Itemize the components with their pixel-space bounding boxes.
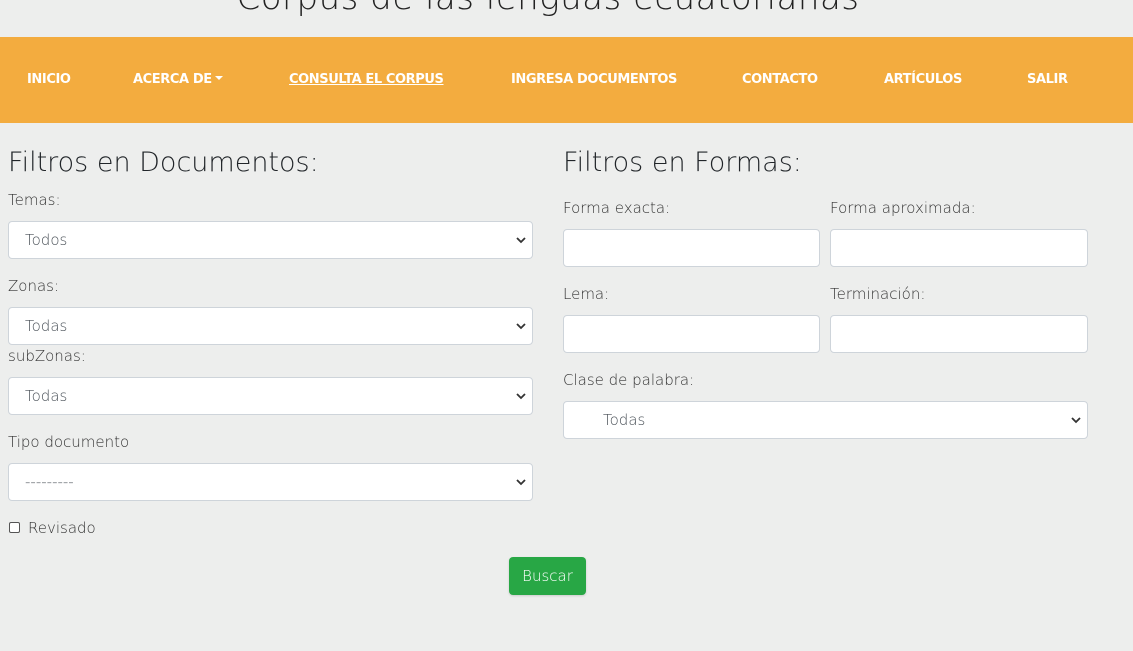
nav-item-ingresa-documentos[interactable]: INGRESA DOCUMENTOS — [511, 72, 677, 87]
subzonas-select-value: Todas — [25, 387, 68, 405]
tipo-documento-label: Tipo documento — [8, 433, 130, 451]
nav-item-inicio[interactable]: INICIO — [27, 72, 71, 87]
forma-exacta-input[interactable] — [563, 229, 820, 267]
nav-item-acerca-de-label: ACERCA DE — [133, 72, 212, 87]
nav-item-consulta-el-corpus[interactable]: CONSULTA EL CORPUS — [289, 72, 444, 87]
revisado-label: Revisado — [28, 519, 96, 537]
zonas-select-value: Todas — [25, 317, 68, 335]
chevron-down-icon — [516, 393, 526, 400]
nav-item-salir[interactable]: SALIR — [1027, 72, 1068, 87]
chevron-down-icon — [1071, 417, 1081, 424]
site-title: Corpus de las lenguas ecuatorianas — [0, 0, 1096, 18]
formas-filters-title: Filtros en Formas: — [563, 147, 802, 178]
temas-select[interactable]: Todos — [8, 221, 533, 259]
forma-exacta-label: Forma exacta: — [563, 199, 671, 217]
tipo-documento-select-value: --------- — [25, 473, 74, 491]
temas-select-value: Todos — [25, 231, 68, 249]
clase-de-palabra-select-value: Todas — [603, 411, 646, 429]
nav-item-acerca-de[interactable]: ACERCA DE — [133, 72, 223, 87]
revisado-checkbox[interactable] — [9, 522, 20, 533]
chevron-down-icon — [516, 237, 526, 244]
dropdown-caret-icon — [214, 75, 223, 80]
main-navbar: INICIO ACERCA DE CONSULTA EL CORPUS INGR… — [0, 37, 1133, 123]
forma-aproximada-label: Forma aproximada: — [830, 199, 976, 217]
zonas-select[interactable]: Todas — [8, 307, 533, 345]
lema-input[interactable] — [563, 315, 820, 353]
subzonas-select[interactable]: Todas — [8, 377, 533, 415]
chevron-down-icon — [516, 479, 526, 486]
zonas-label: Zonas: — [8, 277, 60, 295]
documentos-filters-title: Filtros en Documentos: — [8, 147, 319, 178]
terminacion-label: Terminación: — [830, 285, 926, 303]
forma-aproximada-input[interactable] — [830, 229, 1088, 267]
clase-de-palabra-label: Clase de palabra: — [563, 371, 695, 389]
lema-label: Lema: — [563, 285, 610, 303]
search-button[interactable]: Buscar — [509, 557, 586, 595]
subzonas-label: subZonas: — [8, 347, 86, 365]
nav-item-contacto[interactable]: CONTACTO — [742, 72, 818, 87]
tipo-documento-select[interactable]: --------- — [8, 463, 533, 501]
chevron-down-icon — [516, 323, 526, 330]
nav-item-articulos[interactable]: ARTÍCULOS — [884, 72, 962, 87]
terminacion-input[interactable] — [830, 315, 1088, 353]
clase-de-palabra-select[interactable]: Todas — [563, 401, 1088, 439]
temas-label: Temas: — [8, 191, 61, 209]
